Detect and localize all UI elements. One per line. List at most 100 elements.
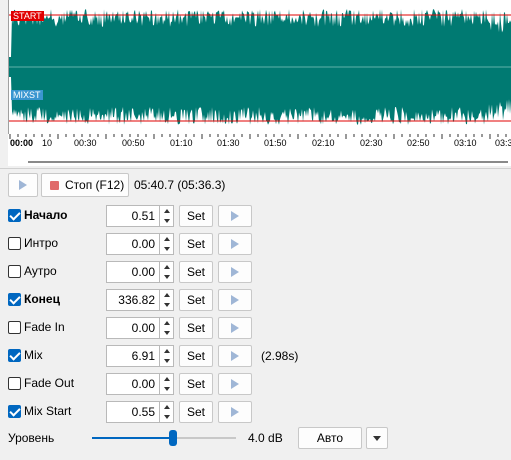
chevron-down-icon (163, 387, 170, 391)
cue-label: Fade Out (24, 376, 75, 390)
level-slider-thumb[interactable] (168, 430, 177, 446)
cue-value-input[interactable]: 0.00 (106, 373, 160, 395)
set-button[interactable]: Set (179, 401, 213, 423)
stepper-up-button[interactable] (160, 374, 173, 384)
stepper-up-button[interactable] (160, 206, 173, 216)
waveform-view[interactable]: START MIXST (8, 0, 511, 134)
cue-value-stepper (160, 345, 174, 367)
mix-start-marker-label[interactable]: MIXST (11, 90, 43, 100)
cue-checkbox[interactable] (8, 237, 21, 250)
scrollbar-thumb[interactable] (28, 161, 508, 163)
set-button-label: Set (186, 265, 205, 279)
chevron-up-icon (163, 209, 170, 213)
stop-button-label: Стоп (F12) (65, 178, 125, 192)
chevron-down-icon (163, 247, 170, 251)
cue-checkbox[interactable] (8, 265, 21, 278)
stepper-down-button[interactable] (160, 328, 173, 338)
cue-note: (2.98s) (261, 349, 299, 363)
set-button[interactable]: Set (179, 261, 213, 283)
chevron-up-icon (163, 377, 170, 381)
cue-value-input[interactable]: 0.00 (106, 261, 160, 283)
stepper-up-button[interactable] (160, 402, 173, 412)
timeline-ruler[interactable]: 00:00 10 00:30 00:50 01:10 01:30 01:50 02:10 02:… (8, 134, 511, 158)
chevron-down-icon (373, 435, 381, 441)
waveform-graphic (9, 9, 511, 125)
cue-checkbox[interactable] (8, 405, 21, 418)
stepper-down-button[interactable] (160, 412, 173, 422)
cue-label: Mix (24, 348, 43, 362)
timeline-label: 01:50 (264, 138, 287, 148)
cue-row: Fade Out 0.00 Set (0, 372, 511, 396)
timeline-label: 02:50 (407, 138, 430, 148)
cue-value-input[interactable]: 336.82 (106, 289, 160, 311)
auto-dropdown-button[interactable] (366, 427, 388, 449)
preview-play-button[interactable] (218, 261, 252, 283)
set-button[interactable]: Set (179, 289, 213, 311)
cue-value-stepper (160, 205, 174, 227)
play-icon (231, 323, 239, 333)
cue-checkbox[interactable] (8, 349, 21, 362)
cue-checkbox[interactable] (8, 209, 21, 222)
cue-checkbox[interactable] (8, 293, 21, 306)
chevron-up-icon (163, 237, 170, 241)
cue-value-input[interactable]: 6.91 (106, 345, 160, 367)
stepper-up-button[interactable] (160, 318, 173, 328)
stepper-down-button[interactable] (160, 300, 173, 310)
set-button[interactable]: Set (179, 205, 213, 227)
preview-play-button[interactable] (218, 373, 252, 395)
preview-play-button[interactable] (218, 345, 252, 367)
stepper-down-button[interactable] (160, 244, 173, 254)
stop-button[interactable]: Стоп (F12) (41, 173, 129, 197)
stepper-down-button[interactable] (160, 216, 173, 226)
auto-button[interactable]: Авто (298, 427, 362, 449)
cue-value-stepper (160, 373, 174, 395)
set-button-label: Set (186, 293, 205, 307)
play-icon (231, 267, 239, 277)
stepper-up-button[interactable] (160, 290, 173, 300)
level-slider-fill (92, 437, 173, 439)
cue-value-input[interactable]: 0.51 (106, 205, 160, 227)
chevron-up-icon (163, 321, 170, 325)
stepper-up-button[interactable] (160, 346, 173, 356)
stepper-up-button[interactable] (160, 234, 173, 244)
set-button[interactable]: Set (179, 317, 213, 339)
stepper-down-button[interactable] (160, 384, 173, 394)
play-icon (19, 180, 27, 190)
timeline-label: 00:00 (10, 138, 34, 148)
timeline-label: 10 (42, 138, 53, 148)
chevron-down-icon (163, 219, 170, 223)
play-icon (231, 211, 239, 221)
timeline-label: 00:30 (74, 138, 97, 148)
preview-play-button[interactable] (218, 289, 252, 311)
set-button[interactable]: Set (179, 345, 213, 367)
cue-row: Интро 0.00 Set (0, 232, 511, 256)
cue-value-input[interactable]: 0.00 (106, 233, 160, 255)
preview-play-button[interactable] (218, 233, 252, 255)
preview-play-button[interactable] (218, 205, 252, 227)
set-button[interactable]: Set (179, 373, 213, 395)
preview-play-button[interactable] (218, 401, 252, 423)
chevron-up-icon (163, 349, 170, 353)
cue-value-stepper (160, 401, 174, 423)
level-slider[interactable] (92, 430, 236, 446)
set-button-label: Set (186, 405, 205, 419)
timeline-label: 00:50 (122, 138, 145, 148)
preview-play-button[interactable] (218, 317, 252, 339)
chevron-down-icon (163, 331, 170, 335)
horizontal-scrollbar[interactable] (8, 158, 511, 166)
play-button[interactable] (8, 173, 38, 197)
auto-button-label: Авто (316, 431, 344, 445)
level-row: Уровень 4.0 dB Авто (0, 426, 511, 450)
start-marker-label[interactable]: START (11, 11, 44, 21)
cue-row: Начало 0.51 Set (0, 204, 511, 228)
stepper-up-button[interactable] (160, 262, 173, 272)
cue-value-stepper (160, 261, 174, 283)
chevron-up-icon (163, 293, 170, 297)
set-button[interactable]: Set (179, 233, 213, 255)
cue-value-input[interactable]: 0.00 (106, 317, 160, 339)
cue-checkbox[interactable] (8, 377, 21, 390)
cue-checkbox[interactable] (8, 321, 21, 334)
stepper-down-button[interactable] (160, 356, 173, 366)
stepper-down-button[interactable] (160, 272, 173, 282)
cue-value-input[interactable]: 0.55 (106, 401, 160, 423)
